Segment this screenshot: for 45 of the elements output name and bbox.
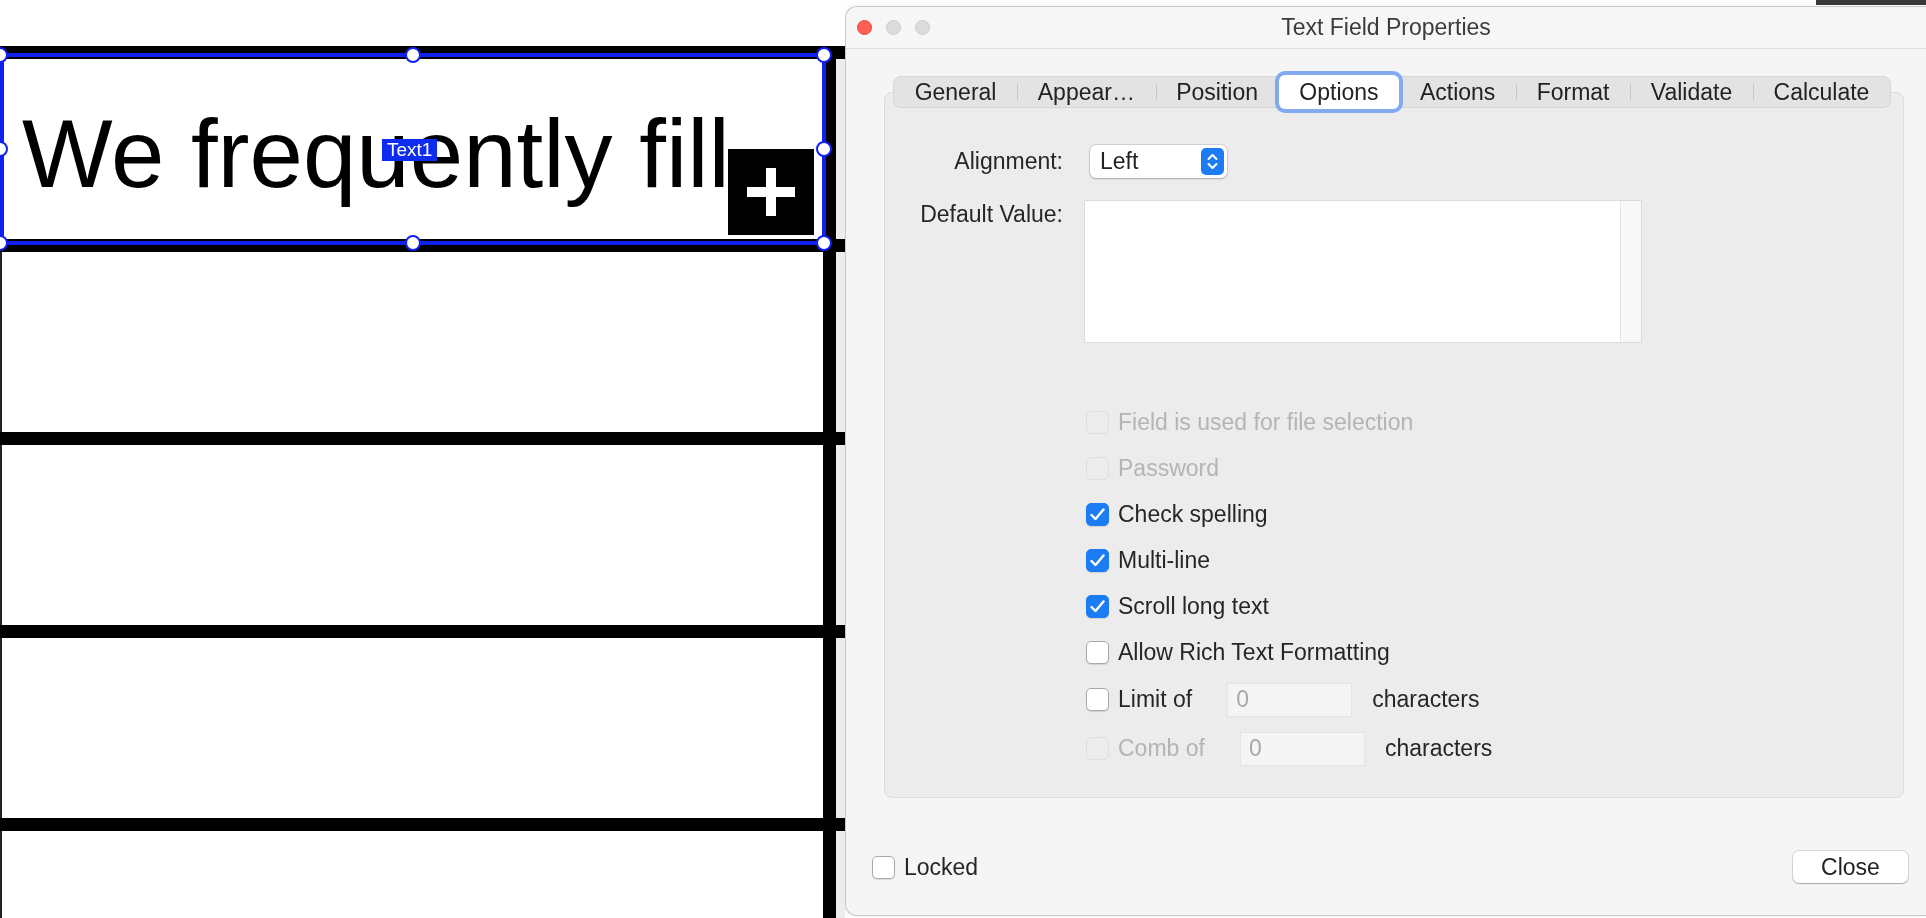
checkbox[interactable] bbox=[1086, 502, 1109, 526]
checkbox-label: Scroll long text bbox=[1118, 592, 1269, 620]
checkbox[interactable] bbox=[872, 855, 895, 879]
resize-handle-icon[interactable] bbox=[816, 141, 832, 157]
checkbox[interactable] bbox=[1086, 594, 1109, 618]
checkmark-icon bbox=[1090, 507, 1105, 521]
resize-handle-icon[interactable] bbox=[0, 47, 8, 63]
checkbox-label: Limit of bbox=[1118, 686, 1193, 713]
window-close-icon[interactable] bbox=[857, 20, 872, 35]
checkbox-label: Allow Rich Text Formatting bbox=[1118, 638, 1390, 666]
alignment-dropdown[interactable]: Left bbox=[1090, 145, 1227, 178]
alignment-label: Alignment: bbox=[953, 148, 1063, 175]
number-field[interactable]: 0 bbox=[1227, 682, 1353, 717]
checkbox-label: Field is used for file selection bbox=[1118, 408, 1414, 436]
checkbox[interactable] bbox=[1086, 548, 1109, 572]
checkbox-label: Check spelling bbox=[1118, 500, 1268, 528]
checkmark-icon bbox=[1090, 599, 1105, 613]
close-button[interactable]: Close bbox=[1793, 851, 1908, 883]
default-value-label: Default Value: bbox=[919, 200, 1063, 228]
tab[interactable]: Calculate bbox=[1752, 77, 1891, 107]
resize-handle-icon[interactable] bbox=[816, 47, 832, 63]
tab[interactable]: General bbox=[894, 77, 1018, 107]
checkbox[interactable] bbox=[1086, 688, 1109, 711]
tab[interactable]: Actions bbox=[1399, 77, 1516, 107]
checkbox-label: Comb of bbox=[1118, 735, 1205, 762]
checkmark-icon bbox=[1090, 553, 1105, 567]
plus-icon[interactable] bbox=[728, 149, 814, 235]
locked-label: Locked bbox=[904, 853, 979, 881]
resize-handle-icon[interactable] bbox=[405, 235, 421, 251]
resize-handle-icon[interactable] bbox=[0, 141, 8, 157]
characters-label: characters bbox=[1384, 735, 1493, 762]
resize-handle-icon[interactable] bbox=[0, 235, 8, 251]
characters-label: characters bbox=[1372, 686, 1480, 713]
resize-handle-icon[interactable] bbox=[816, 235, 832, 251]
tab[interactable]: Position bbox=[1155, 77, 1279, 107]
checkbox-label: Multi-line bbox=[1118, 546, 1211, 574]
default-value-field[interactable] bbox=[1084, 200, 1642, 343]
resize-handle-icon[interactable] bbox=[405, 47, 421, 63]
tab[interactable]: Format bbox=[1516, 77, 1631, 107]
tab[interactable]: Validate bbox=[1630, 77, 1753, 107]
tab[interactable]: Appear… bbox=[1017, 77, 1156, 107]
checkbox[interactable] bbox=[1086, 640, 1109, 664]
checkbox-label: Password bbox=[1118, 454, 1219, 482]
chevron-updown-icon bbox=[1201, 148, 1224, 175]
window-title: Text Field Properties bbox=[1281, 14, 1491, 41]
